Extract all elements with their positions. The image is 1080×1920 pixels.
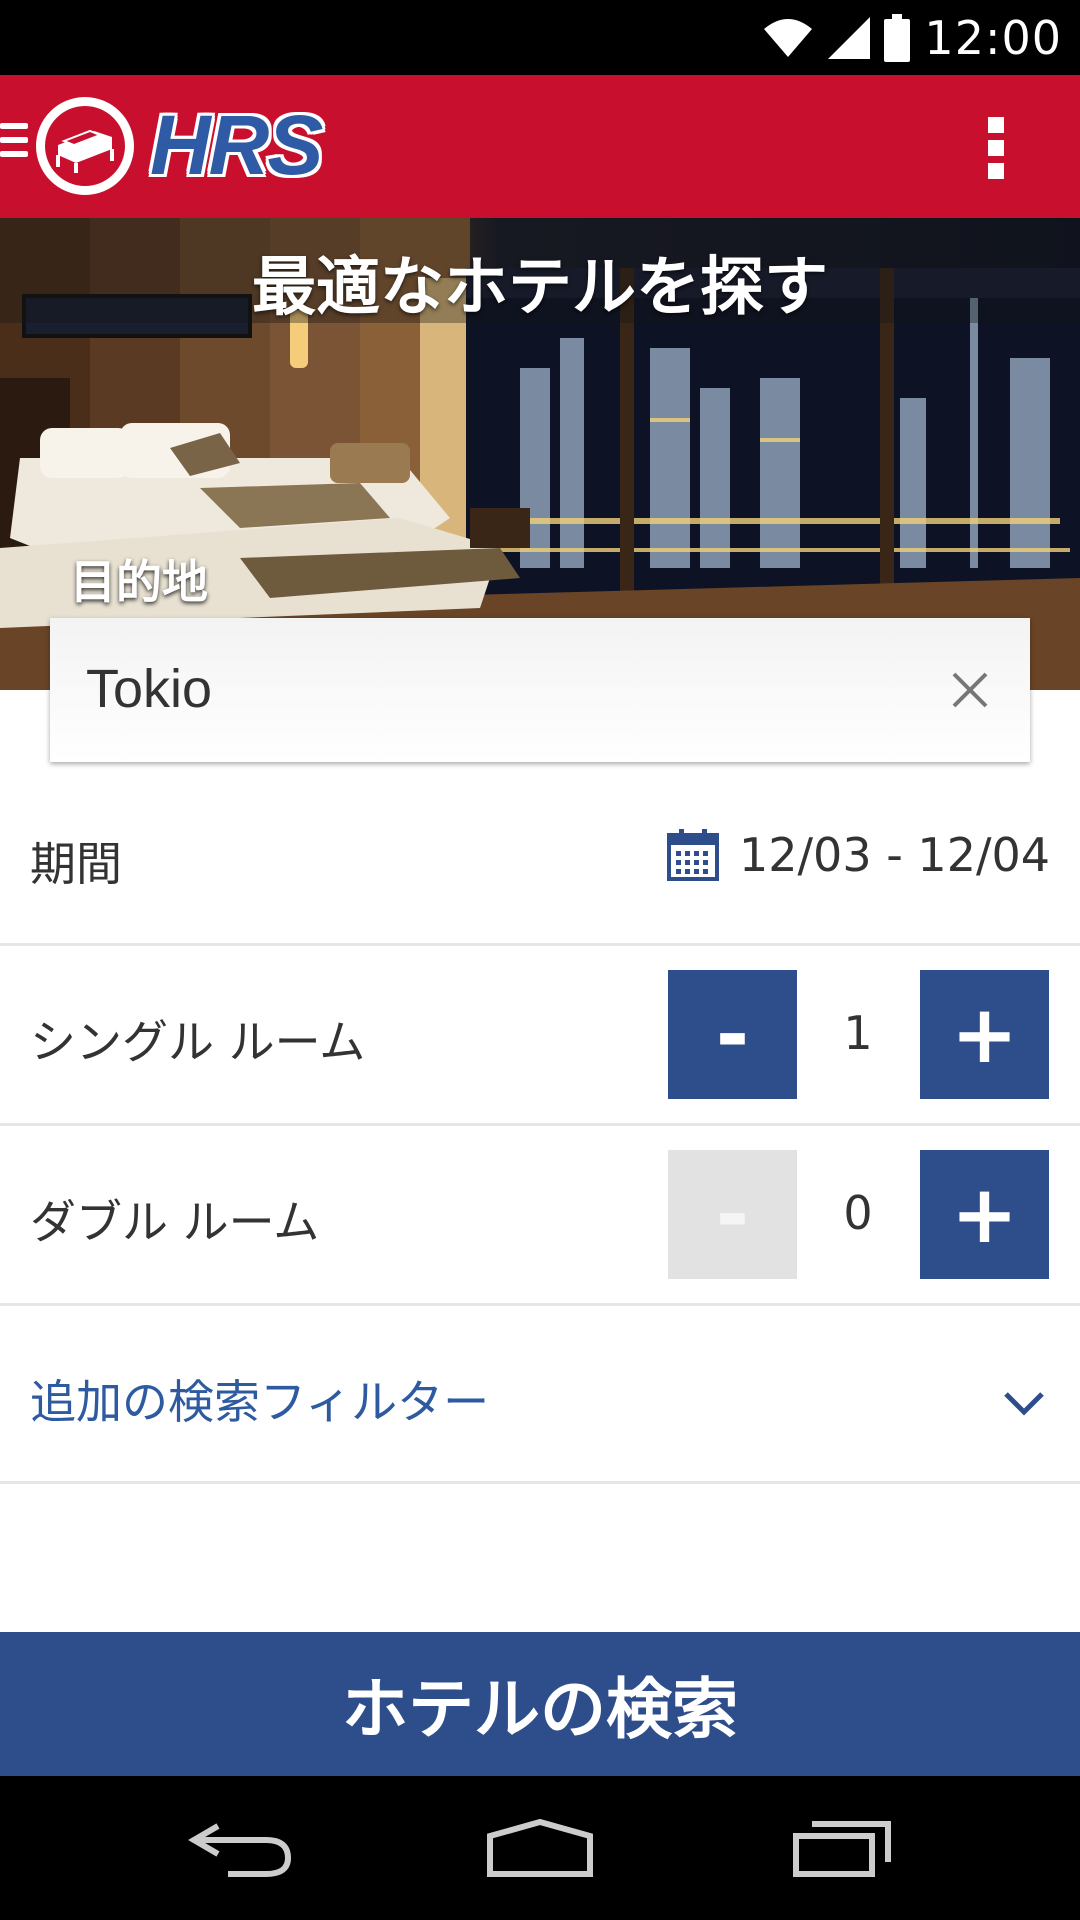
brand-logo: HRS <box>150 98 323 192</box>
menu-icon[interactable] <box>0 123 28 167</box>
double-room-minus-button[interactable]: - <box>668 1150 797 1279</box>
destination-label: 目的地 <box>70 555 208 609</box>
chevron-down-icon <box>1004 1392 1044 1416</box>
destination-value: Tokio <box>86 659 213 719</box>
period-dates[interactable]: 12/03 - 12/04 <box>667 828 1050 882</box>
calendar-icon <box>667 829 720 881</box>
clock: 12:00 <box>924 10 1062 65</box>
search-hotels-button[interactable]: ホテルの検索 <box>0 1632 1080 1776</box>
signal-icon <box>828 16 871 59</box>
hero-title: 最適なホテルを探す <box>252 251 828 325</box>
overflow-menu-icon[interactable] <box>986 117 1008 179</box>
home-icon[interactable] <box>484 1818 596 1878</box>
wifi-icon <box>764 18 813 57</box>
back-icon[interactable] <box>188 1818 292 1878</box>
period-row[interactable]: 期間 12/03 - 12/04 <box>0 762 1080 946</box>
filters-row[interactable]: 追加の検索フィルター <box>0 1306 1080 1484</box>
date-range: 12/03 - 12/04 <box>739 828 1050 882</box>
status-bar: 12:00 <box>0 0 1080 75</box>
single-room-label: シングル ルーム <box>30 1015 366 1069</box>
filters-label: 追加の検索フィルター <box>30 1375 490 1429</box>
double-room-row: ダブル ルーム - 0 + <box>0 1126 1080 1306</box>
bed-logo-icon <box>36 97 134 195</box>
single-room-plus-button[interactable]: + <box>920 970 1049 1099</box>
app-bar: HRS <box>0 75 1080 218</box>
battery-icon <box>884 13 911 62</box>
clear-icon[interactable] <box>948 668 992 712</box>
period-label: 期間 <box>30 837 122 891</box>
recents-icon[interactable] <box>790 1818 894 1878</box>
single-room-minus-button[interactable]: - <box>668 970 797 1099</box>
nav-bar <box>0 1776 1080 1920</box>
double-room-plus-button[interactable]: + <box>920 1150 1049 1279</box>
single-room-row: シングル ルーム - 1 + <box>0 946 1080 1126</box>
single-room-count: 1 <box>843 1006 873 1060</box>
double-room-count: 0 <box>843 1186 873 1240</box>
destination-field[interactable]: Tokio <box>50 618 1030 762</box>
double-room-label: ダブル ルーム <box>30 1195 320 1249</box>
status-icons: 12:00 <box>762 0 1062 75</box>
